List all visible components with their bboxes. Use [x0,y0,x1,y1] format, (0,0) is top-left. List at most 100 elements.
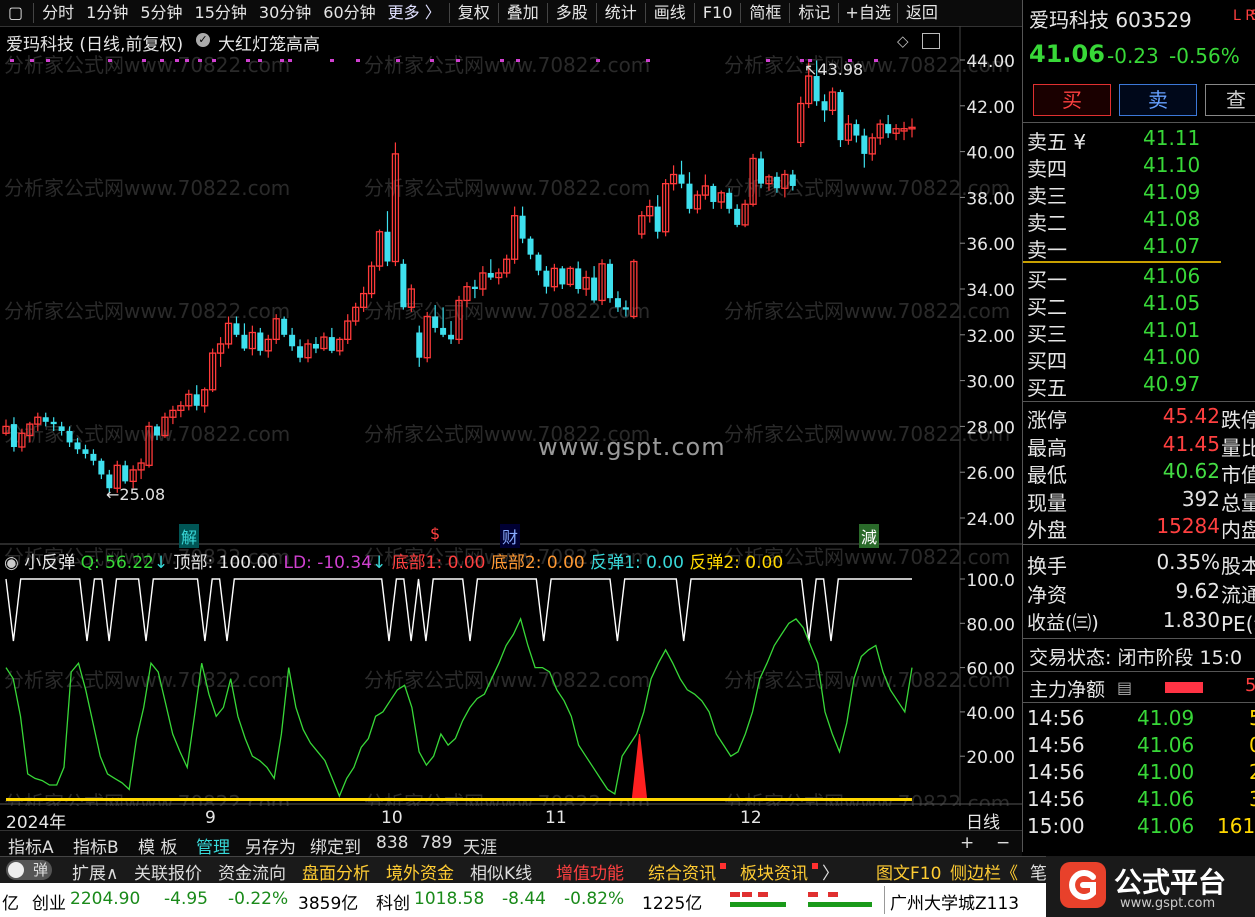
stat-row[interactable]: 最低 40.62 市值 [1023,459,1255,487]
diamond-icon[interactable]: ◇ [897,32,909,50]
foreign-capital-button[interactable]: 境外资金 [386,859,454,884]
pen-button[interactable]: 笔 [1030,859,1047,884]
stat-row[interactable]: 净资 9.62 流通 [1023,579,1255,607]
ask-row[interactable]: 卖四 41.10 [1023,153,1255,181]
add-watchlist-button[interactable]: +自选 [841,0,894,26]
bid-row[interactable]: 买四 41.00 [1023,345,1255,373]
tab-save-as[interactable]: 另存为 [245,833,296,858]
signal-dot [646,59,650,62]
list-icon[interactable]: ▤ [1117,678,1132,697]
ask-row[interactable]: 卖一 41.07 [1023,234,1255,262]
expand-button[interactable]: 扩展∧ [72,859,118,884]
tab-30min[interactable]: 30分钟 [253,0,317,26]
tab-789[interactable]: 789 [420,833,452,853]
tab-5min[interactable]: 5分钟 [134,0,188,26]
tick-row[interactable]: 14:56 41.06 0 [1023,733,1255,760]
tab-1min[interactable]: 1分钟 [80,0,134,26]
tab-indicator-a[interactable]: 指标A [8,833,54,858]
draw-line-button[interactable]: 画线 [648,0,692,26]
last-price: 41.06 [1029,40,1105,68]
y-tick-label: 26.00 [966,464,1015,484]
bid-row[interactable]: 买二 41.05 [1023,291,1255,319]
ask-row[interactable]: 卖二 41.08 [1023,207,1255,235]
simple-frame-button[interactable]: 简框 [743,0,787,26]
zoom-in-button[interactable]: + [960,833,974,853]
stat-row[interactable]: 最高 41.45 量比 [1023,432,1255,460]
sub-indicator-collapse-icon[interactable]: ◉ [4,553,19,573]
mark-button[interactable]: 标记 [792,0,836,26]
event-marker-reduce[interactable]: 減 [859,524,880,548]
candle-body-down [535,254,542,271]
tab-60min[interactable]: 60分钟 [317,0,381,26]
window-toggle-icon[interactable] [922,33,940,49]
restore-rights-button[interactable]: 复权 [452,0,496,26]
candle-body-down [559,268,566,285]
f10-button[interactable]: F10 [697,0,739,26]
tick-row[interactable]: 15:00 41.06 161 [1023,814,1255,841]
news-button[interactable]: 综合资讯 [648,859,716,884]
market-analysis-button[interactable]: 盘面分析 [302,859,370,884]
indicator-dropdown-icon[interactable]: ✓ [196,33,210,47]
tab-838[interactable]: 838 [376,833,408,853]
toggle-switch[interactable]: 弹 [6,860,52,880]
candle-body-down [861,135,868,154]
tab-manage[interactable]: 管理 [196,833,230,858]
sell-button[interactable]: 卖 [1119,84,1197,116]
candle-body-down [543,270,550,287]
overlay-button[interactable]: 叠加 [501,0,545,26]
q-series-line [5,617,913,798]
candle-body-down [122,465,129,482]
tick-price: 41.06 [1137,787,1195,811]
signal-dot [198,59,202,62]
tab-minute[interactable]: 分时 [36,0,80,26]
query-button[interactable]: 查 [1205,84,1255,116]
bid-label: 买五 [1027,376,1067,400]
signal-dot [430,59,434,62]
bid-row[interactable]: 买五 40.97 [1023,372,1255,400]
sidebar-button[interactable]: 侧边栏《 [950,859,1018,884]
tab-template[interactable]: 模 板 [138,833,177,858]
stat-row[interactable]: 外盘 15284 内盘 [1023,514,1255,542]
fund-flow-button[interactable]: 资金流向 [218,859,286,884]
value-added-button[interactable]: 增值功能 [556,859,624,884]
zoom-out-button[interactable]: − [996,833,1010,853]
y-tick-label: 100.0 [966,571,1015,591]
similar-kline-button[interactable]: 相似K线 [470,859,532,884]
tab-15min[interactable]: 15分钟 [189,0,253,26]
stat-row[interactable]: 现量 392 总量 [1023,487,1255,515]
bid-row[interactable]: 买三 41.01 [1023,318,1255,346]
tick-row[interactable]: 14:56 41.00 2 [1023,760,1255,787]
sector-news-button[interactable]: 板块资讯 [740,859,808,884]
multi-stock-button[interactable]: 多股 [550,0,594,26]
event-marker-unlock[interactable]: 解 [179,524,200,548]
chart-area[interactable]: 分析家公式网www.70822.com 分析家公式网www.70822.com 分析… [0,26,1022,806]
tab-indicator-b[interactable]: 指标B [73,833,119,858]
tab-bind-to[interactable]: 绑定到 [310,833,361,858]
tick-volume: 0 [1249,733,1255,757]
related-quotes-button[interactable]: 关联报价 [134,859,202,884]
signal-dot [258,59,262,62]
event-marker-dollar[interactable]: $ [430,524,440,543]
tab-tianya[interactable]: 天涯 [463,833,497,858]
window-menu-icon[interactable]: ▢ [0,0,31,26]
candle-body-down [519,215,526,239]
stat-row[interactable]: 涨停 45.42 跌停 [1023,404,1255,432]
price-row: 41.06 -0.23 -0.56% [1023,40,1255,72]
ask-row[interactable]: 卖三 41.09 [1023,180,1255,208]
stat-row[interactable]: 收益(㈢) 1.830PE(动 [1023,608,1255,636]
statistics-button[interactable]: 统计 [599,0,643,26]
bid-row[interactable]: 买一 41.06 [1023,264,1255,292]
tick-row[interactable]: 14:56 41.09 5 [1023,706,1255,733]
f10-graphic-button[interactable]: 图文F10 [876,859,941,884]
buy-button[interactable]: 买 [1033,84,1111,116]
tab-more[interactable]: 更多 〉 [382,0,447,26]
more-chevron-icon[interactable]: 〉 [822,859,839,884]
event-marker-finance[interactable]: 财 [500,524,521,548]
signal-dot [160,59,164,62]
back-button[interactable]: 返回 [900,0,944,26]
ask-row[interactable]: 卖五 ¥ 41.11 [1023,126,1255,154]
divider [1023,544,1255,545]
tick-row[interactable]: 14:56 41.06 3 [1023,787,1255,814]
stat-row[interactable]: 换手 0.35% 股本 [1023,550,1255,578]
candle-body-down [297,346,304,358]
